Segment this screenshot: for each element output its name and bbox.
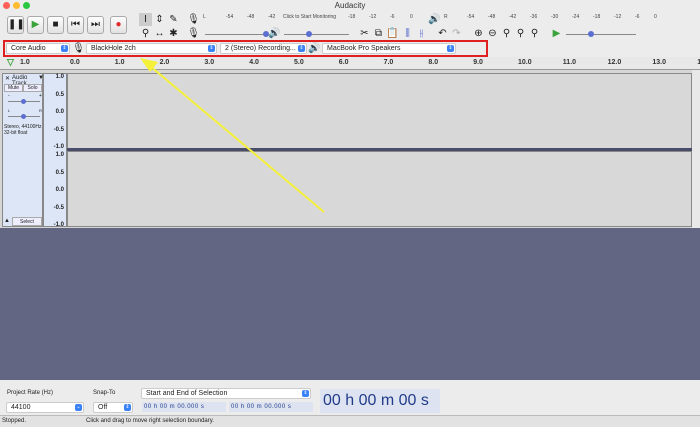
- annotation-arrow: [140, 58, 325, 213]
- selection-mode-value: Start and End of Selection: [146, 390, 228, 397]
- arrow-line: [149, 65, 325, 213]
- selection-start-time[interactable]: 00 h 00 m 00.000 s: [142, 402, 226, 412]
- selection-end-time[interactable]: 00 h 00 m 00.000 s: [229, 402, 313, 412]
- project-rate-value: 44100: [11, 404, 31, 411]
- status-state: Stopped.: [2, 418, 27, 424]
- project-rate-select[interactable]: 44100 ⌄: [6, 402, 84, 413]
- status-bar: Stopped. Click and drag to move right se…: [0, 415, 700, 427]
- selection-mode-select[interactable]: Start and End of Selection ⇕: [141, 388, 311, 399]
- status-hint: Click and drag to move right selection b…: [86, 418, 214, 424]
- chevron-down-icon: ⌄: [75, 404, 82, 411]
- snap-to-value: Off: [98, 404, 108, 411]
- snap-to-label: Snap-To: [93, 390, 116, 396]
- chevron-updown-icon: ⇕: [124, 404, 131, 411]
- chevron-updown-icon: ⇕: [302, 390, 309, 397]
- snap-to-select[interactable]: Off ⇕: [93, 402, 133, 413]
- project-rate-label: Project Rate (Hz): [7, 390, 54, 396]
- selection-toolbar: Project Rate (Hz) 44100 ⌄ Snap-To Off ⇕ St…: [0, 380, 700, 415]
- audio-position-time[interactable]: 00 h 00 m 00 s: [320, 389, 440, 413]
